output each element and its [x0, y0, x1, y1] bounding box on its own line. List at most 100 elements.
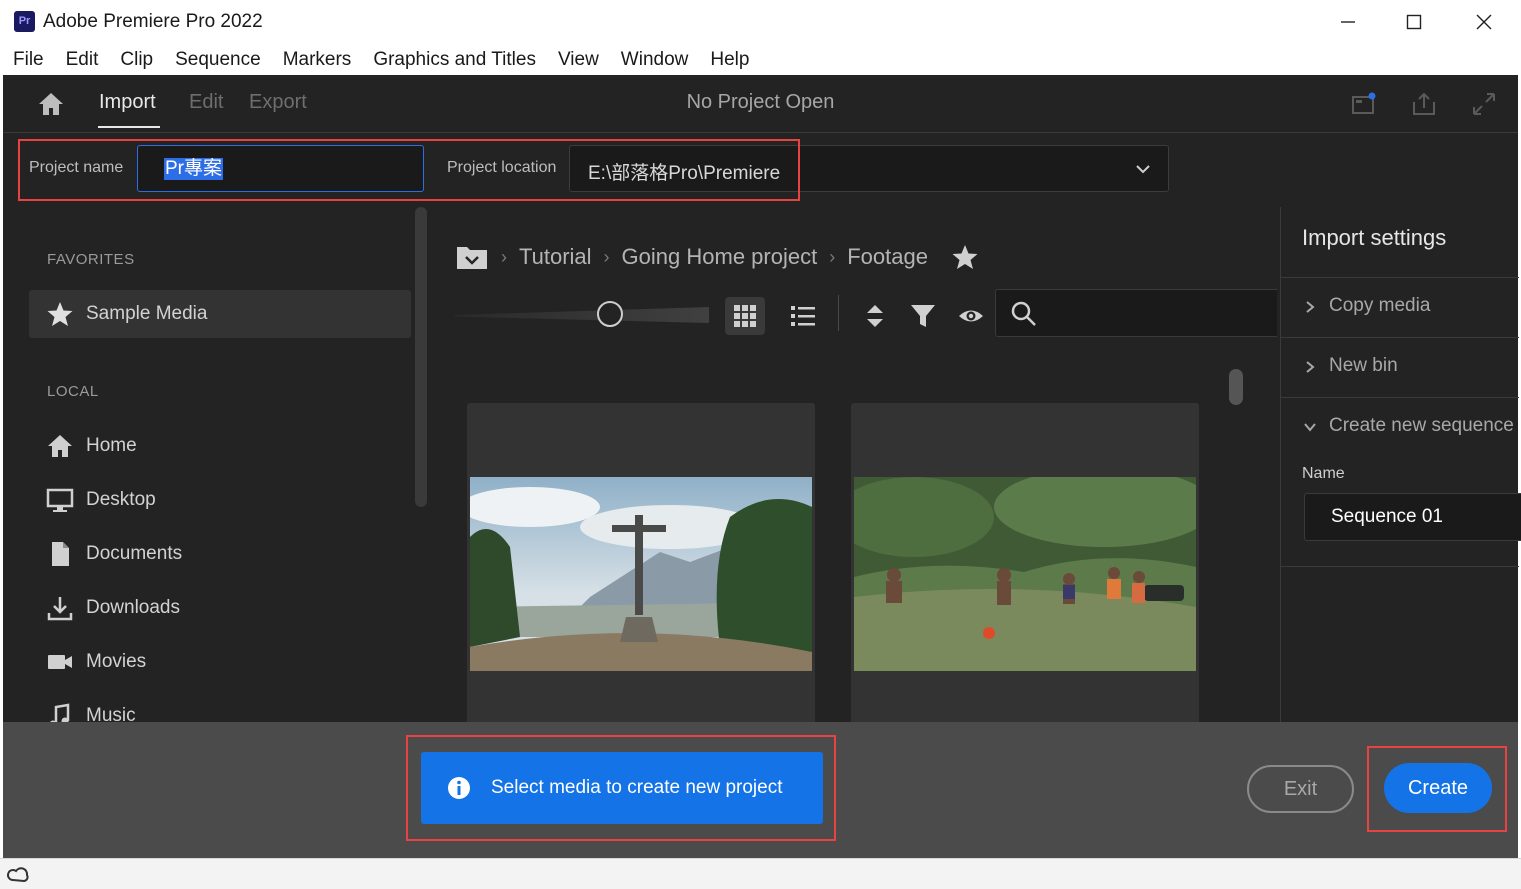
- status-bar: [0, 858, 1521, 889]
- sidebar-item-downloads[interactable]: Downloads: [29, 584, 411, 632]
- list-icon: [791, 306, 815, 326]
- menu-clip[interactable]: Clip: [109, 49, 164, 71]
- breadcrumb-tutorial[interactable]: Tutorial: [519, 244, 592, 270]
- menu-window[interactable]: Window: [610, 49, 700, 71]
- creative-cloud-icon[interactable]: [6, 863, 30, 887]
- search-icon: [1011, 301, 1036, 326]
- sidebar-item-movies[interactable]: Movies: [29, 638, 411, 686]
- sequence-name-input[interactable]: Sequence 01: [1304, 493, 1521, 541]
- sequence-name-value: Sequence 01: [1331, 506, 1443, 527]
- project-location-dropdown[interactable]: E:\部落格Pro\Premiere: [569, 145, 1169, 192]
- minimize-icon[interactable]: [1318, 6, 1378, 38]
- close-icon[interactable]: [1454, 6, 1514, 38]
- info-message-text: Select media to create new project: [491, 777, 783, 798]
- sidebar-item-label: Desktop: [86, 489, 156, 510]
- sidebar-item-label: Home: [86, 435, 137, 456]
- thumbnail-size-slider[interactable]: [455, 307, 709, 323]
- setting-new-bin[interactable]: New bin: [1281, 337, 1519, 397]
- sidebar-item-documents[interactable]: Documents: [29, 530, 411, 578]
- sidebar-item-label: Music: [86, 705, 136, 723]
- toolbar-divider: [838, 295, 839, 331]
- project-status-title: No Project Open: [686, 91, 835, 113]
- eye-icon: [959, 310, 983, 322]
- breadcrumb-going-home-project[interactable]: Going Home project: [622, 244, 818, 270]
- visibility-button[interactable]: [951, 297, 991, 335]
- import-settings-panel: Import settings Copy media New bin Creat…: [1280, 207, 1521, 723]
- slider-handle[interactable]: [597, 301, 623, 327]
- premiere-app-icon: Pr: [14, 11, 35, 32]
- media-thumbnail[interactable]: [854, 477, 1196, 671]
- list-view-button[interactable]: [783, 297, 823, 335]
- document-icon: [52, 542, 69, 566]
- exit-button[interactable]: Exit: [1247, 765, 1354, 813]
- sort-button[interactable]: [855, 297, 895, 335]
- local-heading: LOCAL: [47, 383, 99, 400]
- folder-icon[interactable]: [455, 243, 489, 271]
- browser-toolbar: [433, 289, 1277, 337]
- chevron-down-icon: [1304, 423, 1316, 432]
- menu-help[interactable]: Help: [699, 49, 760, 71]
- filter-icon: [911, 305, 935, 327]
- breadcrumb-footage[interactable]: Footage: [847, 244, 928, 270]
- chevron-right-icon: [1306, 301, 1315, 313]
- monitor-icon: [46, 488, 74, 512]
- breadcrumb-separator: ›: [501, 246, 507, 267]
- kids-soccer-thumbnail: [854, 477, 1196, 671]
- home-icon: [48, 435, 72, 457]
- grid-icon: [734, 305, 756, 327]
- menu-graphics-and-titles[interactable]: Graphics and Titles: [362, 49, 547, 71]
- fullscreen-icon[interactable]: [1471, 91, 1497, 117]
- search-input[interactable]: [995, 289, 1277, 337]
- download-icon: [47, 597, 73, 621]
- footer-bar: Select media to create new project Exit …: [3, 722, 1518, 858]
- sort-icon: [867, 305, 883, 327]
- menu-markers[interactable]: Markers: [272, 49, 363, 71]
- sidebar: FAVORITES Sample Media LOCAL Home Deskto…: [3, 207, 411, 723]
- create-button[interactable]: Create: [1384, 763, 1492, 813]
- grid-view-button[interactable]: [725, 297, 765, 335]
- project-name-label: Project name: [29, 159, 124, 176]
- title-bar: Pr Adobe Premiere Pro 2022: [0, 0, 1521, 44]
- setting-copy-media[interactable]: Copy media: [1281, 277, 1519, 337]
- favorite-star-icon[interactable]: [950, 243, 980, 271]
- sidebar-item-desktop[interactable]: Desktop: [29, 476, 411, 524]
- import-settings-title: Import settings: [1302, 225, 1447, 250]
- sidebar-item-music[interactable]: Music: [29, 692, 411, 723]
- video-camera-icon: [48, 655, 72, 669]
- breadcrumb-separator: ›: [603, 246, 610, 267]
- sidebar-item-label: Movies: [86, 651, 147, 672]
- sidebar-item-home[interactable]: Home: [29, 422, 411, 470]
- cross-on-hill-thumbnail: [470, 477, 812, 671]
- project-name-input[interactable]: Pr專案: [137, 145, 424, 192]
- share-icon[interactable]: [1411, 91, 1437, 117]
- menu-bar: File Edit Clip Sequence Markers Graphics…: [0, 44, 1521, 75]
- sidebar-item-sample-media[interactable]: Sample Media: [29, 290, 411, 338]
- filter-button[interactable]: [903, 297, 943, 335]
- media-thumbnail[interactable]: [470, 477, 812, 671]
- menu-view[interactable]: View: [547, 49, 610, 71]
- premiere-window: Pr Adobe Premiere Pro 2022 File Edit Cli…: [0, 0, 1521, 889]
- header-nav: Import Edit Export No Project Open: [3, 75, 1518, 133]
- media-card[interactable]: [467, 403, 815, 723]
- menu-edit[interactable]: Edit: [55, 49, 110, 71]
- media-scrollbar[interactable]: [1229, 369, 1243, 405]
- chevron-down-icon: [1136, 165, 1150, 174]
- menu-file[interactable]: File: [2, 49, 55, 71]
- maximize-icon[interactable]: [1384, 6, 1444, 38]
- star-icon: [47, 302, 73, 326]
- setting-label: New bin: [1329, 355, 1398, 376]
- breadcrumb: › Tutorial › Going Home project › Footag…: [455, 243, 980, 271]
- media-card[interactable]: [851, 403, 1199, 723]
- sidebar-scrollbar[interactable]: [415, 207, 427, 507]
- sidebar-item-label: Sample Media: [86, 303, 208, 324]
- sidebar-item-label: Downloads: [86, 597, 180, 618]
- workspace-monitor-icon[interactable]: [1351, 91, 1377, 117]
- info-message-banner: Select media to create new project: [421, 752, 823, 824]
- info-icon: [448, 777, 470, 799]
- setting-label: Create new sequence: [1329, 415, 1514, 436]
- active-tab-underline: [98, 126, 160, 128]
- menu-sequence[interactable]: Sequence: [164, 49, 272, 71]
- setting-label: Copy media: [1329, 295, 1431, 316]
- project-name-value: Pr專案: [164, 158, 224, 180]
- project-location-label: Project location: [447, 159, 557, 176]
